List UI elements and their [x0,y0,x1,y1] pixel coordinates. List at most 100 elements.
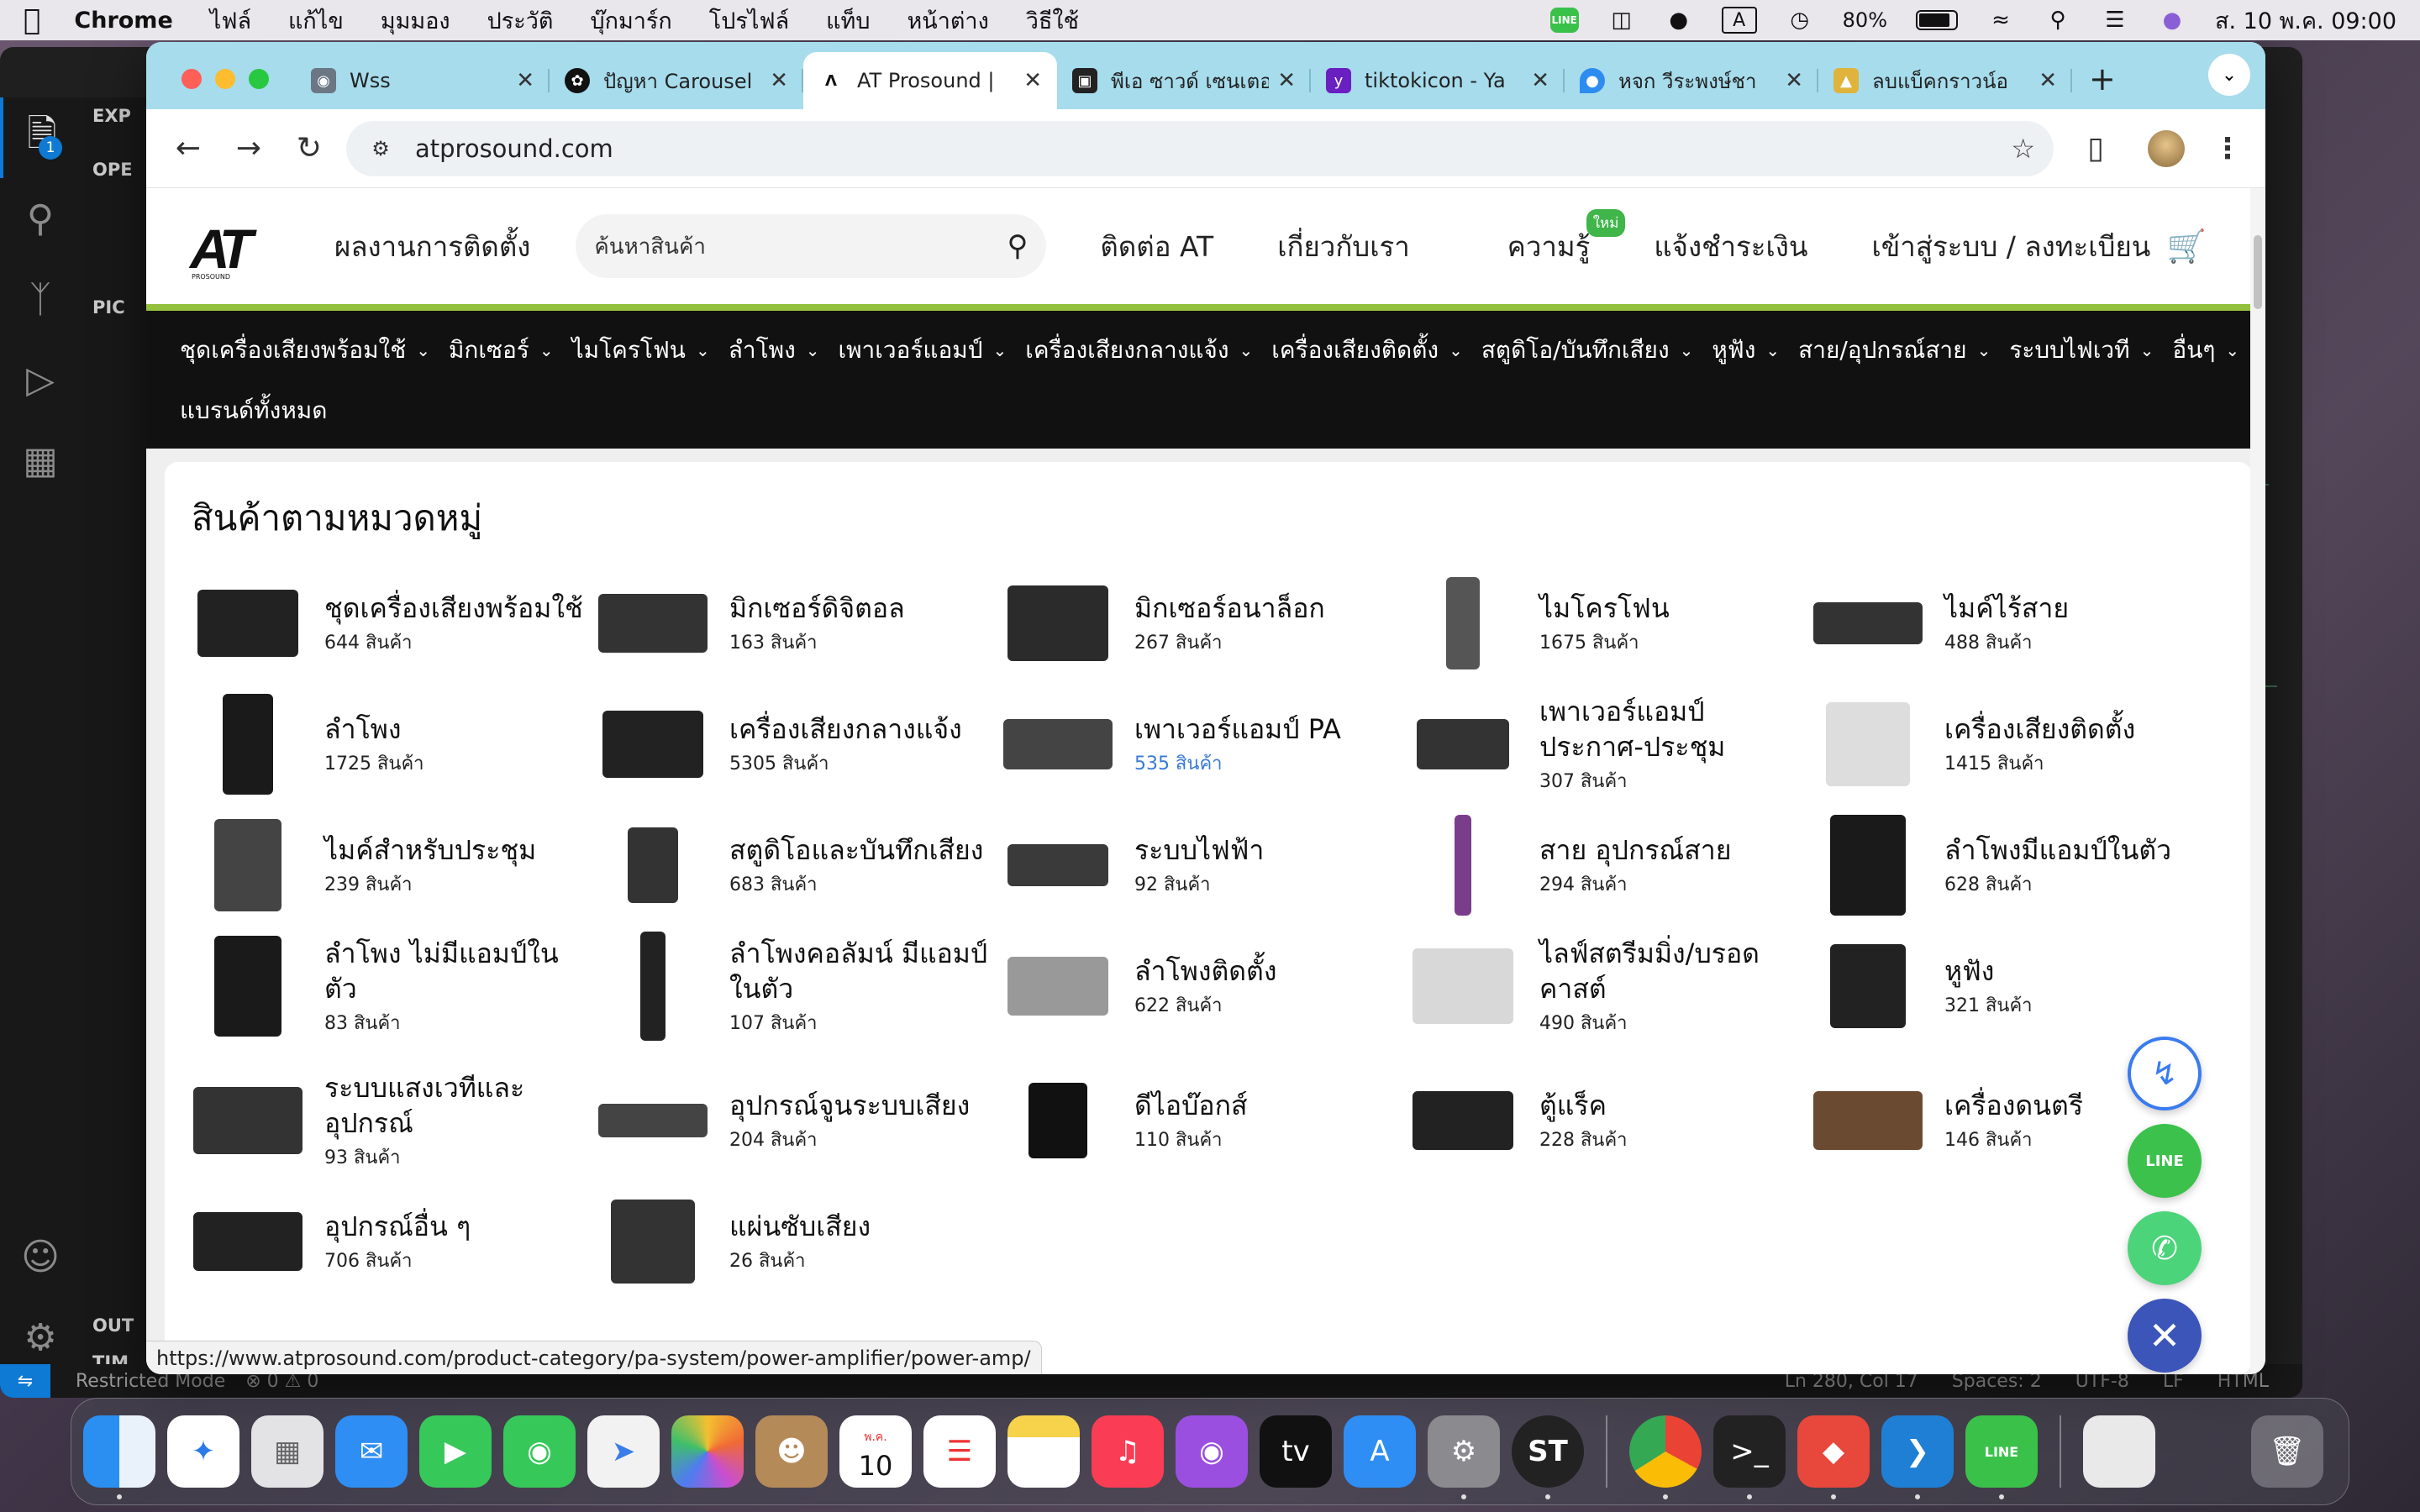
forward-arrow-icon[interactable]: → [225,125,272,172]
nav-portfolio[interactable]: ผลงานการติดตั้ง [334,224,530,269]
category-name[interactable]: หูฟัง [1944,953,2033,989]
category-item[interactable]: ชุดเครื่องเสียงพร้อมใช้ 644 สินค้า [185,563,588,684]
reminders-icon[interactable]: ☰ [923,1415,996,1488]
category-thumbnail[interactable] [590,1066,716,1175]
category-item[interactable]: สตูดิโอและบันทึกเสียง 683 สินค้า [590,805,993,926]
source-control-icon[interactable]: ᛉ [0,259,81,339]
apple-tv-icon[interactable]: tv [1260,1415,1332,1488]
category-item[interactable]: ตู้แร็ค 228 สินค้า [1400,1060,1803,1181]
messenger-chat-button[interactable]: ↯ [2128,1037,2202,1110]
user-status-icon[interactable]: ● [1665,8,1693,33]
time-machine-icon[interactable]: ◷ [1786,8,1814,33]
outline-section[interactable]: OUT [81,1307,145,1344]
category-item[interactable]: มิกเซอร์ดิจิตอล 163 สินค้า [590,563,993,684]
category-thumbnail[interactable] [995,932,1121,1041]
browser-tab[interactable]: y tiktokicon - Ya ✕ [1311,52,1565,109]
downloads-stack-icon[interactable] [2083,1415,2155,1488]
menu-profiles[interactable]: โปรไฟล์ [709,3,789,39]
podcasts-icon[interactable]: ◉ [1176,1415,1248,1488]
category-item[interactable]: ระบบไฟฟ้า 92 สินค้า [995,805,1398,926]
category-item[interactable]: หูฟัง 321 สินค้า [1805,926,2208,1047]
category-name[interactable]: เครื่องเสียงติดตั้ง [1944,711,2135,747]
category-nav-item[interactable]: ไมโครโฟน ⌄ [572,332,710,369]
sourcetree-icon[interactable]: ST [1512,1415,1584,1499]
input-source-indicator[interactable]: A [1721,7,1757,34]
category-thumbnail[interactable] [1805,932,1931,1041]
launchpad-icon[interactable]: ▦ [251,1415,324,1488]
tab-search-chevron-icon[interactable]: ⌄ [2208,54,2250,96]
reload-icon[interactable]: ↻ [286,125,333,172]
category-item[interactable]: ไมค์สำหรับประชุม 239 สินค้า [185,805,588,926]
close-tab-icon[interactable]: ✕ [2039,68,2057,93]
extensions-icon[interactable]: ▦ [0,420,81,501]
category-name[interactable]: ดีไอบ๊อกส์ [1134,1088,1248,1123]
extensions-puzzle-icon[interactable]: ▯ [2072,125,2119,172]
category-name[interactable]: เพาเวอร์แอมป์ประกาศ-ประชุม [1539,694,1803,764]
search-icon[interactable]: ⚲ [1007,229,1028,263]
category-thumbnail[interactable] [995,690,1121,799]
shopping-cart-icon[interactable]: 🛒 [2167,228,2207,265]
close-tab-icon[interactable]: ✕ [516,68,534,93]
category-thumbnail[interactable] [1805,690,1931,799]
category-thumbnail[interactable] [590,932,716,1041]
site-info-icon[interactable]: ⚙ [365,133,397,165]
battery-icon[interactable] [1916,10,1958,30]
photos-icon[interactable] [671,1415,744,1488]
category-item[interactable]: เพาเวอร์แอมป์ประกาศ-ประชุม 307 สินค้า [1400,684,1803,805]
box-status-icon[interactable]: ◫ [1607,8,1636,33]
category-thumbnail[interactable] [590,569,716,678]
category-item[interactable]: ไลฟ์สตรีมมิ่ง/บรอดคาสต์ 490 สินค้า [1400,926,1803,1047]
bookmark-star-icon[interactable]: ☆ [2011,133,2035,165]
category-name[interactable]: มิกเซอร์ดิจิตอล [729,591,905,626]
category-name[interactable]: ไมค์สำหรับประชุม [324,832,536,868]
category-name[interactable]: ลำโพง ไม่มีแอมป์ในตัว [324,936,588,1006]
product-search-input[interactable]: ค้นหาสินค้า ⚲ [576,214,1047,278]
line-chat-button[interactable]: LINE [2128,1124,2202,1198]
nav-contact[interactable]: ติดต่อ AT [1100,224,1213,269]
category-thumbnail[interactable] [1400,569,1526,678]
scrollbar-thumb[interactable] [2254,235,2262,309]
trash-icon[interactable]: 🗑 [2251,1415,2323,1488]
app-store-icon[interactable]: A [1344,1415,1416,1488]
category-nav-item[interactable]: หูฟัง ⌄ [1712,332,1780,369]
category-nav-item[interactable]: สตูดิโอ/บันทึกเสียง ⌄ [1481,332,1694,369]
account-icon[interactable]: ☺ [0,1216,81,1297]
category-thumbnail[interactable] [590,1187,716,1296]
category-name[interactable]: ระบบไฟฟ้า [1134,832,1264,868]
menu-tab[interactable]: แท็บ [826,3,870,39]
category-thumbnail[interactable] [995,1066,1121,1175]
category-item[interactable]: ไมโครโฟน 1675 สินค้า [1400,563,1803,684]
category-item[interactable]: ลำโพงคอลัมน์ มีแอมป์ในตัว 107 สินค้า [590,926,993,1047]
spotlight-search-icon[interactable]: ⚲ [2044,8,2072,33]
search-icon[interactable]: ⚲ [0,178,81,259]
safari-icon[interactable]: ✦ [167,1415,239,1488]
menu-bookmarks[interactable]: บุ๊กมาร์ก [590,3,671,39]
category-thumbnail[interactable] [185,690,311,799]
browser-tab-active[interactable]: Λ AT Prosound | ✕ [803,52,1057,109]
category-thumbnail[interactable] [1400,690,1526,799]
close-contact-menu-button[interactable]: ✕ [2128,1299,2202,1373]
page-scrollbar[interactable] [2250,188,2265,1374]
menu-window[interactable]: หน้าต่าง [907,3,988,39]
category-name[interactable]: ระบบแสงเวทีและอุปกรณ์ [324,1070,588,1141]
vscode-icon[interactable]: ❯ [1881,1415,1954,1499]
apple-menu-icon[interactable]:  [24,3,40,37]
category-name[interactable]: ลำโพงมีแอมป์ในตัว [1944,832,2171,868]
back-arrow-icon[interactable]: ← [165,125,212,172]
menu-app-name[interactable]: Chrome [74,8,172,34]
category-name[interactable]: ลำโพงติดตั้ง [1134,953,1276,989]
category-thumbnail[interactable] [1400,811,1526,920]
category-item[interactable]: ระบบแสงเวทีและอุปกรณ์ 93 สินค้า [185,1060,588,1181]
menubar-datetime[interactable]: ส. 10 พ.ค. 09:00 [2215,3,2396,39]
minimize-window-button[interactable] [215,69,235,89]
category-nav-item[interactable]: สาย/อุปกรณ์สาย ⌄ [1798,332,1991,369]
category-thumbnail[interactable] [185,569,311,678]
category-item[interactable]: เครื่องเสียงติดตั้ง 1415 สินค้า [1805,684,2208,805]
category-nav-item[interactable]: มิกเซอร์ ⌄ [449,332,554,369]
category-nav-item[interactable]: เพาเวอร์แอมป์ ⌄ [839,332,1007,369]
category-thumbnail[interactable] [1805,1066,1931,1175]
close-window-button[interactable] [182,69,202,89]
messages-icon[interactable]: ◉ [503,1415,576,1488]
anydesk-icon[interactable]: ◆ [1797,1415,1870,1499]
remote-indicator-icon[interactable]: ⇋ [0,1364,50,1398]
